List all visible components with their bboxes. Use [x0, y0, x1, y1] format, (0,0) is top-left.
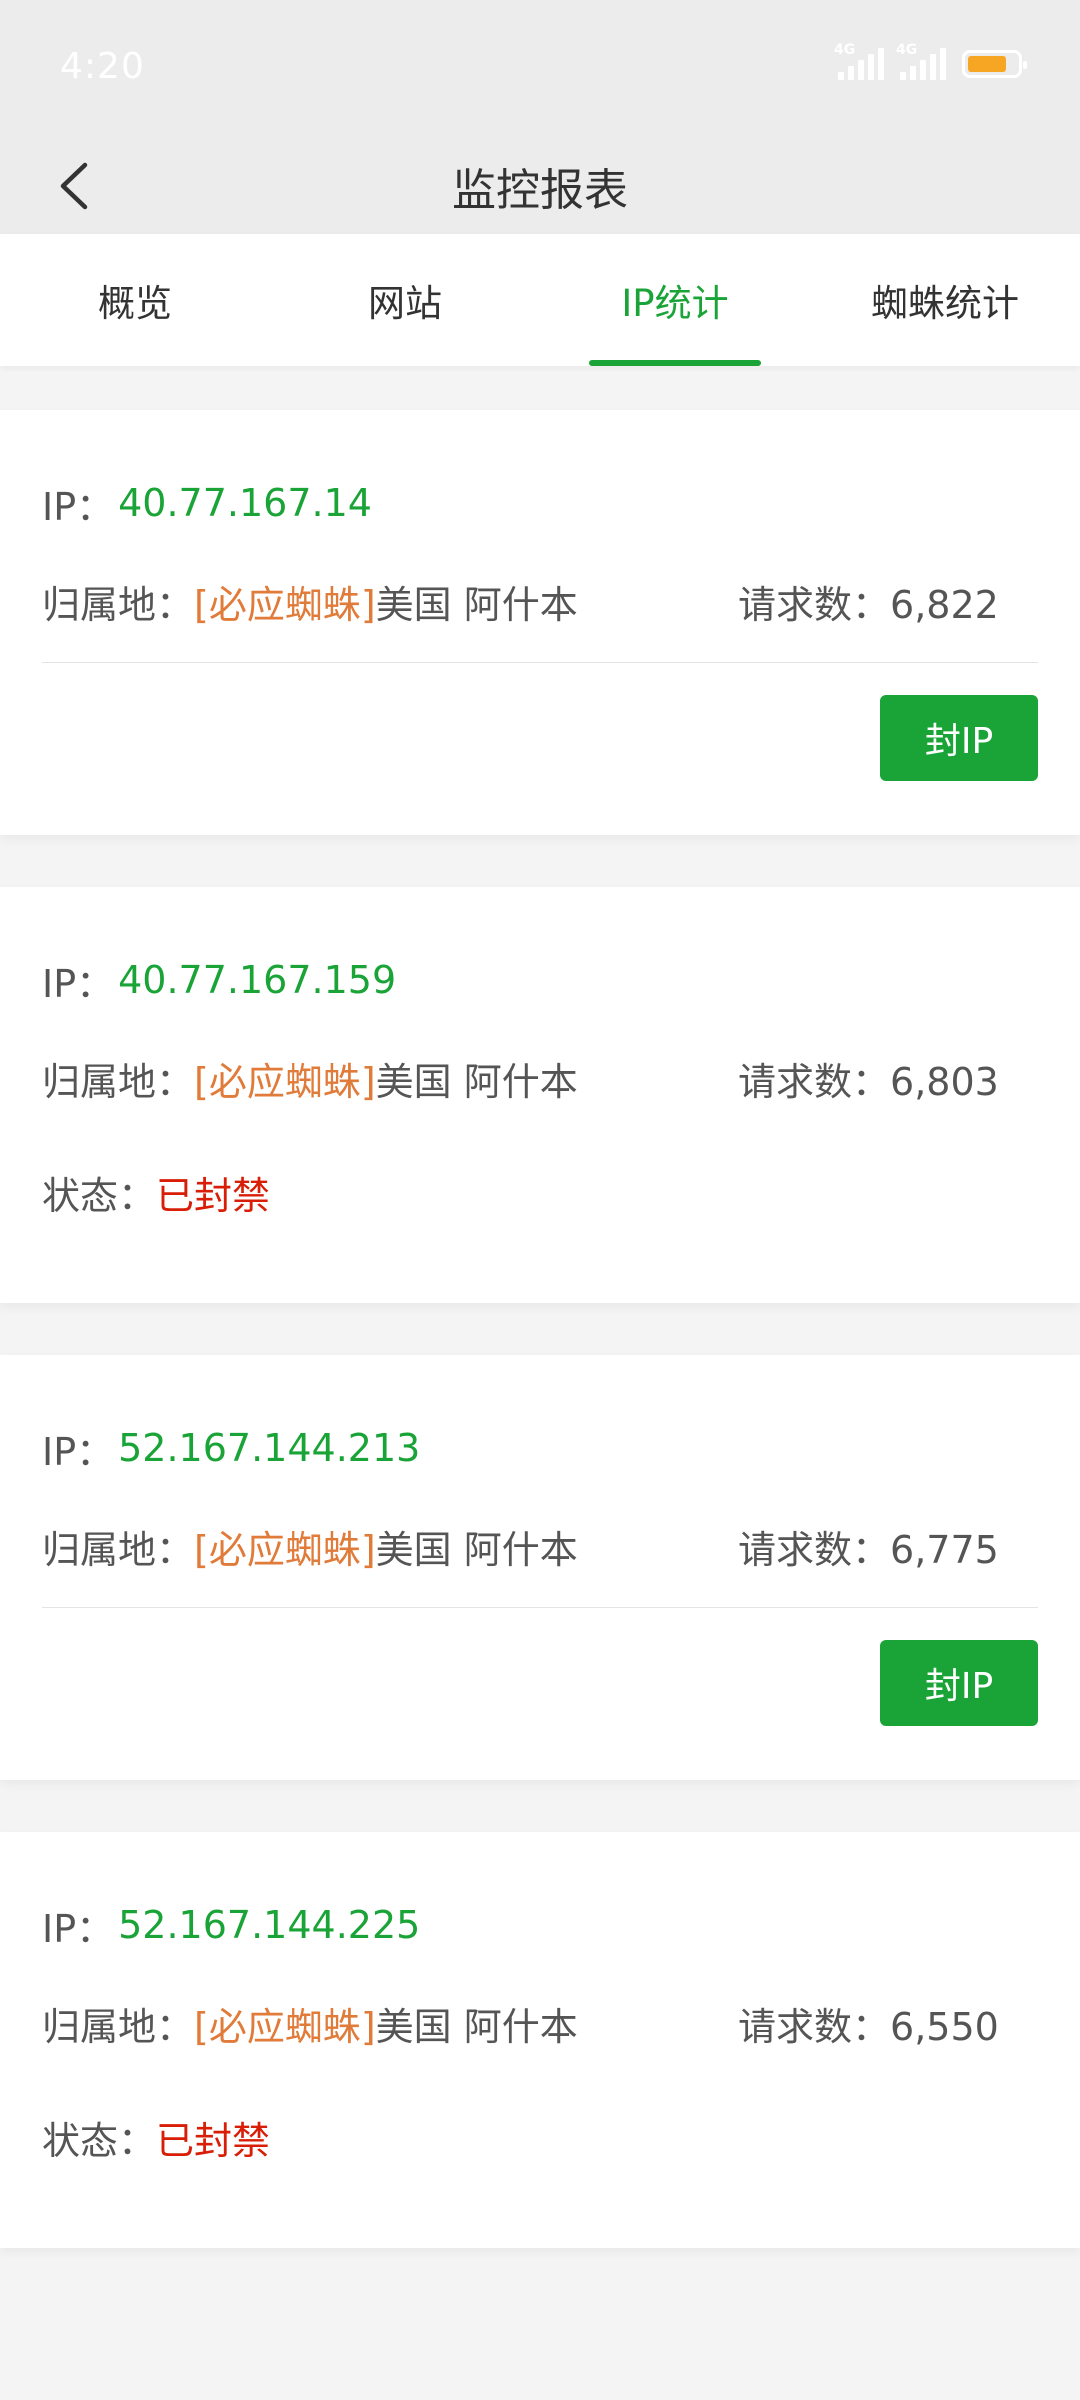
- request-count: 请求数：6,550: [738, 1996, 1038, 2051]
- ip-label: IP：: [42, 1906, 115, 1951]
- spider-tag: [必应蜘蛛]: [194, 582, 376, 627]
- ip-row: IP： 52.167.144.225: [42, 1832, 1038, 1966]
- ip-record-card: IP： 52.167.144.213 归属地： [必应蜘蛛] 美国 阿什本 请求…: [0, 1355, 1080, 1780]
- ip-row: IP： 52.167.144.213: [42, 1355, 1038, 1489]
- ip-row: IP： 40.77.167.14: [42, 410, 1038, 544]
- ip-record-card: IP： 40.77.167.159 归属地： [必应蜘蛛] 美国 阿什本 请求数…: [0, 887, 1080, 1303]
- status-row: 状态： 已封禁: [42, 2080, 1038, 2194]
- status-bar: 4:20 4G 4G: [0, 0, 1080, 140]
- request-count-label: 请求数：: [738, 1059, 891, 1104]
- location-value: 美国 阿什本: [375, 1527, 578, 1572]
- request-count: 请求数：6,775: [738, 1519, 1038, 1574]
- back-button[interactable]: [44, 156, 104, 216]
- location-row: 归属地： [必应蜘蛛] 美国 阿什本 请求数：6,550: [42, 1966, 1038, 2080]
- location-row: 归属地： [必应蜘蛛] 美国 阿什本 请求数：6,822: [42, 544, 1038, 658]
- tab-overview[interactable]: 概览: [0, 234, 270, 366]
- signal-icon: 4G: [834, 42, 884, 80]
- tab-websites[interactable]: 网站: [270, 234, 540, 366]
- spider-tag: [必应蜘蛛]: [194, 1527, 376, 1572]
- network-type-label: 4G: [834, 42, 856, 58]
- network-type-label: 4G: [896, 42, 918, 58]
- ip-record-card: IP： 40.77.167.14 归属地： [必应蜘蛛] 美国 阿什本 请求数：…: [0, 410, 1080, 835]
- location-label: 归属地：: [42, 1059, 195, 1104]
- request-count-label: 请求数：: [738, 1527, 891, 1572]
- ip-label: IP：: [42, 1429, 115, 1474]
- status-label: 状态：: [42, 2118, 157, 2163]
- ip-record-card: IP： 52.167.144.225 归属地： [必应蜘蛛] 美国 阿什本 请求…: [0, 1832, 1080, 2248]
- request-count-value: 6,550: [890, 2004, 999, 2049]
- request-count-label: 请求数：: [738, 582, 891, 627]
- location-value: 美国 阿什本: [375, 582, 578, 627]
- block-ip-button[interactable]: 封IP: [880, 1640, 1038, 1726]
- request-count-label: 请求数：: [738, 2004, 891, 2049]
- spider-tag: [必应蜘蛛]: [194, 1059, 376, 1104]
- location-row: 归属地： [必应蜘蛛] 美国 阿什本 请求数：6,775: [42, 1489, 1038, 1603]
- location-label: 归属地：: [42, 582, 195, 627]
- ip-value: 52.167.144.213: [118, 1426, 421, 1470]
- request-count: 请求数：6,822: [738, 574, 1038, 629]
- spider-tag: [必应蜘蛛]: [194, 2004, 376, 2049]
- ip-record-list: IP： 40.77.167.14 归属地： [必应蜘蛛] 美国 阿什本 请求数：…: [0, 366, 1080, 2248]
- request-count-value: 6,803: [890, 1059, 999, 1104]
- action-row: 封IP: [42, 663, 1080, 835]
- chevron-left-icon: [60, 162, 88, 210]
- tab-spider-stats[interactable]: 蜘蛛统计: [810, 234, 1080, 366]
- ip-value: 40.77.167.14: [118, 481, 372, 525]
- ip-value: 40.77.167.159: [118, 958, 397, 1002]
- ip-label: IP：: [42, 484, 115, 529]
- status-time: 4:20: [60, 46, 145, 87]
- request-count: 请求数：6,803: [738, 1051, 1038, 1106]
- request-count-value: 6,775: [890, 1527, 999, 1572]
- location-value: 美国 阿什本: [375, 2004, 578, 2049]
- ip-label: IP：: [42, 961, 115, 1006]
- status-label: 状态：: [42, 1173, 157, 1218]
- status-row: 状态： 已封禁: [42, 1135, 1038, 1249]
- location-row: 归属地： [必应蜘蛛] 美国 阿什本 请求数：6,803: [42, 1021, 1038, 1135]
- ip-row: IP： 40.77.167.159: [42, 887, 1038, 1021]
- battery-icon: [962, 50, 1027, 78]
- ip-value: 52.167.144.225: [118, 1903, 421, 1947]
- action-row: 封IP: [42, 1608, 1080, 1780]
- page-title: 监控报表: [452, 165, 628, 216]
- nav-bar: 监控报表: [0, 138, 1080, 234]
- status-icons: 4G 4G: [834, 42, 1027, 80]
- status-badge: 已封禁: [156, 1173, 271, 1218]
- block-ip-button[interactable]: 封IP: [880, 695, 1038, 781]
- status-badge: 已封禁: [156, 2118, 271, 2163]
- request-count-value: 6,822: [890, 582, 999, 627]
- tab-bar: 概览 网站 IP统计 蜘蛛统计: [0, 234, 1080, 366]
- battery-level: [968, 56, 1007, 72]
- location-value: 美国 阿什本: [375, 1059, 578, 1104]
- signal-icon: 4G: [896, 42, 946, 80]
- location-label: 归属地：: [42, 1527, 195, 1572]
- tab-ip-stats[interactable]: IP统计: [540, 234, 810, 366]
- location-label: 归属地：: [42, 2004, 195, 2049]
